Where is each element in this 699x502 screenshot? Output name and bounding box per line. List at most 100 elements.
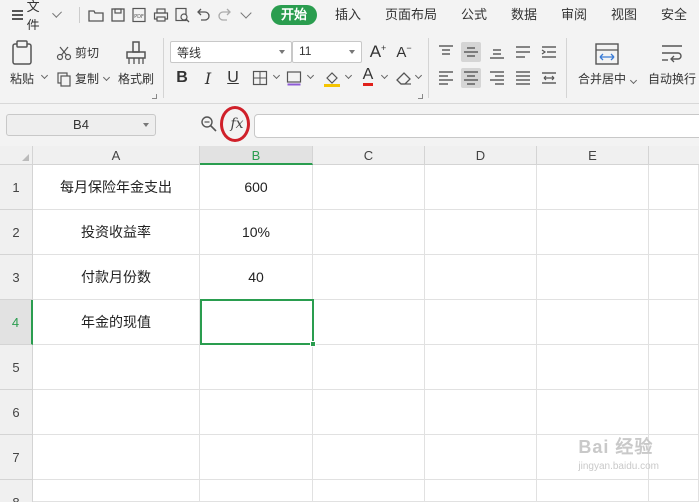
cell-e3[interactable]: [537, 255, 649, 300]
formula-input[interactable]: [254, 114, 699, 138]
column-header-b[interactable]: B: [200, 146, 313, 165]
font-color-icon[interactable]: A: [358, 66, 378, 86]
cell-e8[interactable]: [537, 480, 649, 502]
cell-b8[interactable]: [200, 480, 313, 502]
save-icon[interactable]: [107, 0, 128, 30]
cell-d7[interactable]: [425, 435, 537, 480]
cell-b6[interactable]: [200, 390, 313, 435]
cell-b5[interactable]: [200, 345, 313, 390]
zoom-icon[interactable]: [200, 115, 218, 133]
tab-data[interactable]: 数据: [499, 0, 549, 30]
cell-a1[interactable]: 每月保险年金支出: [33, 165, 200, 210]
tab-home[interactable]: 开始: [270, 5, 317, 25]
export-pdf-icon[interactable]: PDF: [128, 0, 149, 30]
align-top-icon[interactable]: [436, 42, 456, 62]
column-header-c[interactable]: C: [313, 146, 425, 165]
file-menu[interactable]: 文件: [0, 0, 73, 33]
column-header-e[interactable]: E: [537, 146, 649, 165]
align-bottom-icon[interactable]: [487, 42, 507, 62]
wrap-text-button[interactable]: 自动换行: [648, 42, 696, 87]
cell-f6[interactable]: [649, 390, 699, 435]
align-middle-icon[interactable]: [461, 42, 481, 62]
font-name-select[interactable]: 等线: [170, 41, 292, 63]
column-header-d[interactable]: D: [425, 146, 537, 165]
cell-f5[interactable]: [649, 345, 699, 390]
cell-a4[interactable]: 年金的现值: [33, 300, 200, 345]
row-header-8[interactable]: 8: [0, 480, 33, 502]
cell-d3[interactable]: [425, 255, 537, 300]
fill-color-icon[interactable]: [322, 68, 342, 88]
bold-icon[interactable]: B: [172, 68, 192, 88]
cell-b2[interactable]: 10%: [200, 210, 313, 255]
cell-c7[interactable]: [313, 435, 425, 480]
decrease-font-size-icon[interactable]: A −: [394, 42, 414, 62]
clear-dropdown-icon[interactable]: [414, 71, 423, 80]
cell-e1[interactable]: [537, 165, 649, 210]
cell-d5[interactable]: [425, 345, 537, 390]
font-size-select[interactable]: 11: [292, 41, 362, 63]
undo-icon[interactable]: [193, 0, 214, 30]
cell-style-dropdown-icon[interactable]: [306, 71, 315, 80]
merge-center-button[interactable]: 合并居中: [578, 42, 638, 87]
borders-icon[interactable]: [250, 68, 270, 88]
print-preview-icon[interactable]: [171, 0, 192, 30]
paste-dropdown-icon[interactable]: [40, 71, 49, 80]
cell-b1[interactable]: 600: [200, 165, 313, 210]
fill-color-dropdown-icon[interactable]: [344, 71, 353, 80]
redo-icon[interactable]: [214, 0, 235, 30]
copy-button[interactable]: 复制: [56, 70, 111, 87]
align-right-icon[interactable]: [487, 68, 507, 88]
cell-a8[interactable]: [33, 480, 200, 502]
cell-a7[interactable]: [33, 435, 200, 480]
increase-font-size-icon[interactable]: A +: [368, 42, 388, 62]
cell-d4[interactable]: [425, 300, 537, 345]
cell-c3[interactable]: [313, 255, 425, 300]
cell-a5[interactable]: [33, 345, 200, 390]
indent-icon[interactable]: [539, 42, 559, 62]
borders-dropdown-icon[interactable]: [272, 71, 281, 80]
cell-e6[interactable]: [537, 390, 649, 435]
cell-style-icon[interactable]: [284, 68, 304, 88]
cell-c4[interactable]: [313, 300, 425, 345]
cell-a2[interactable]: 投资收益率: [33, 210, 200, 255]
column-header-a[interactable]: A: [33, 146, 200, 165]
format-painter-button[interactable]: 格式刷: [118, 40, 154, 87]
column-header-f[interactable]: [649, 146, 699, 165]
cell-d6[interactable]: [425, 390, 537, 435]
cell-d8[interactable]: [425, 480, 537, 502]
distributed-align-icon[interactable]: [539, 68, 559, 88]
italic-icon[interactable]: I: [198, 68, 218, 88]
paste-button[interactable]: 粘贴: [8, 40, 36, 87]
tab-insert[interactable]: 插入: [323, 0, 373, 30]
cell-d1[interactable]: [425, 165, 537, 210]
clipboard-group-launcher[interactable]: [152, 94, 157, 99]
justify-icon[interactable]: [513, 68, 533, 88]
cut-button[interactable]: 剪切: [56, 44, 99, 61]
merge-dropdown-icon[interactable]: [630, 76, 638, 85]
cell-a3[interactable]: 付款月份数: [33, 255, 200, 300]
select-all-button[interactable]: [0, 146, 33, 165]
copy-dropdown-icon[interactable]: [102, 73, 111, 81]
cell-f3[interactable]: [649, 255, 699, 300]
cell-b3[interactable]: 40: [200, 255, 313, 300]
cell-b7[interactable]: [200, 435, 313, 480]
font-group-launcher[interactable]: [418, 94, 423, 99]
text-direction-icon[interactable]: [513, 42, 533, 62]
row-header-4[interactable]: 4: [0, 300, 33, 345]
cell-c2[interactable]: [313, 210, 425, 255]
open-folder-icon[interactable]: [86, 0, 107, 30]
tab-formulas[interactable]: 公式: [449, 0, 499, 30]
customize-quick-access-icon[interactable]: [236, 0, 257, 30]
cell-c5[interactable]: [313, 345, 425, 390]
tab-page-layout[interactable]: 页面布局: [373, 0, 449, 30]
row-header-6[interactable]: 6: [0, 390, 33, 435]
row-header-7[interactable]: 7: [0, 435, 33, 480]
cell-e4[interactable]: [537, 300, 649, 345]
cell-e2[interactable]: [537, 210, 649, 255]
cell-c8[interactable]: [313, 480, 425, 502]
tab-security[interactable]: 安全: [649, 0, 699, 30]
align-left-icon[interactable]: [436, 68, 456, 88]
font-color-dropdown-icon[interactable]: [380, 71, 389, 80]
row-header-5[interactable]: 5: [0, 345, 33, 390]
cell-f2[interactable]: [649, 210, 699, 255]
